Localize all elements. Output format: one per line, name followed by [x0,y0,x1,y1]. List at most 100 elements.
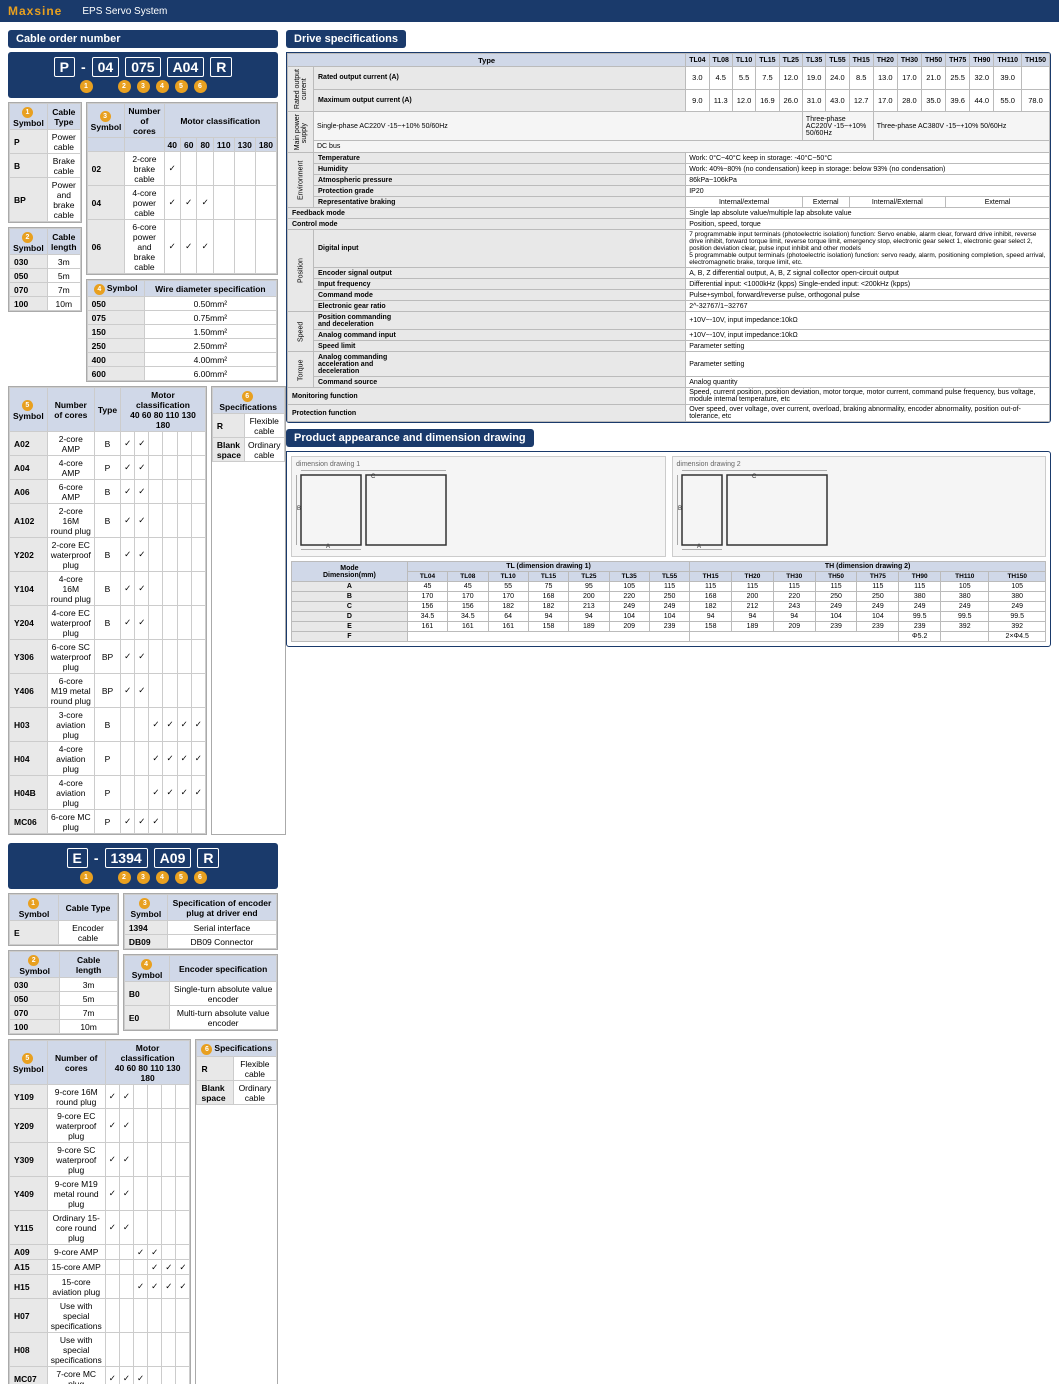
enc-code-1394: 1394 [105,848,148,868]
control-mode-value: Position, speed, torque [686,219,1050,230]
encoder-bottom-sections: 5Symbol Number of cores Motor classifica… [8,1039,278,1384]
monitoring-value: Speed, current position, position deviat… [686,388,1050,405]
enc-col1: 1SymbolCable Type EEncoder cable 2Symbol… [8,893,119,1039]
three-phase-380-supply: Three-phase AC380V -15~+10% 50/60Hz [873,112,1049,141]
svg-text:A: A [697,544,701,550]
electronic-gear-value: 2^-32767/1~32767 [686,301,1050,312]
page: Maxsine EPS Servo System Cable order num… [0,0,1059,1384]
encoder-section: E - 1394 A09 R 1 2 3 4 5 6 [8,843,278,1384]
enc-driver-end-table: 3SymbolSpecification of encoder plug at … [124,894,277,949]
left-sections-bottom: 5Symbol Number of cores Type Motor class… [8,386,278,835]
drawing2: dimension drawing 2 A C B [672,456,1047,557]
enc-encoder-spec-table: 4SymbolEncoder specification B0Single-tu… [124,955,277,1030]
enc-connector-table: 5Symbol Number of cores Motor classifica… [9,1040,190,1384]
enc-circle-1: 1 [80,871,93,884]
enc-sec2-circle: 2 [28,955,39,966]
svg-text:C: C [752,474,757,480]
enc-sec4-circle: 4 [141,959,152,970]
svg-text:B: B [678,506,682,512]
environment-group: Environment [288,153,314,208]
circle-2: 2 [118,80,131,93]
humidity-value: Work: 40%~80% (no condensation) keep in … [686,164,1050,175]
encoder-signal-value: A, B, Z differential output, A, B, Z sig… [686,268,1050,279]
circle-5: 5 [175,80,188,93]
pos-commanding-value: +10V~-10V, input impedance:10kΩ [686,312,1050,330]
sec3-circle: 3 [100,111,111,122]
torque-group: Torque [288,352,314,388]
code-P: P [54,57,75,77]
left-col1: 1SymbolCable Type PPower cable BBrake ca… [8,102,82,386]
code-R: R [210,57,232,77]
power-supply-group: Main powersupply [288,112,314,153]
enc-code-A09: A09 [154,848,192,868]
drawing1: dimension drawing 1 A C B [291,456,666,557]
enc-section5: 5Symbol Number of cores Motor classifica… [8,1039,191,1384]
drive-specs-title: Drive specifications [286,30,406,48]
wire-diameter-table: 4SymbolWire diameter specification 0500.… [87,280,277,381]
enc-section4: 4SymbolEncoder specification B0Single-tu… [123,954,278,1031]
dc-bus: DC bus [314,141,1050,153]
drawing1-label: dimension drawing 1 [296,461,661,468]
speed-limit-value: Parameter setting [686,341,1050,352]
cable-order-section: Cable order number P - 04 075 A04 R 1 [8,30,278,835]
enc-section1: 1SymbolCable Type EEncoder cable [8,893,119,946]
circle-4: 4 [156,80,169,93]
enc-cable-length-table: 2SymbolCable length 0303m 0505m 0707m 10… [9,951,118,1034]
pressure-value: 86kPa~106kPa [686,175,1050,186]
cable-length-table: 2SymbolCable length 0303m 0505m 0707m 10… [9,228,81,311]
circle-3: 3 [137,80,150,93]
enc-circle-5: 5 [175,871,188,884]
svg-text:B: B [297,506,301,512]
num-cores-table: 3Symbol Number of cores Motor classifica… [87,103,277,274]
speed-group: Speed [288,312,314,352]
cable-code-display: P - 04 075 A04 R 1 2 3 4 5 6 [8,52,278,98]
enc-circle-6: 6 [194,871,207,884]
left-col2: 3Symbol Number of cores Motor classifica… [86,102,278,386]
drive-specs-box: Type TL04 TL08 TL10 TL15 TL25 TL35 TL55 … [286,52,1051,423]
section-num-cores: 3Symbol Number of cores Motor classifica… [86,102,278,275]
section-cable-type: 1SymbolCable Type PPower cable BBrake ca… [8,102,82,223]
drive-specs-main-table: Type TL04 TL08 TL10 TL15 TL25 TL35 TL55 … [287,53,1050,422]
dimension-table: ModeDimension(mm) TL (dimension drawing … [291,561,1046,642]
left-panel: Cable order number P - 04 075 A04 R 1 [8,30,278,1384]
sec1-circle: 1 [22,107,33,118]
sec6-circle: 6 [242,391,253,402]
enc-sec3-circle: 3 [139,898,150,909]
cable-type-table: 1SymbolCable Type PPower cable BBrake ca… [9,103,81,222]
code-dash1: - [81,59,86,75]
enc-sec1-circle: 1 [28,898,39,909]
cable-order-title: Cable order number [8,30,278,48]
dim-row-F: F Φ5.2 2×Φ4.5 [292,632,1046,642]
sec5-circle: 5 [22,400,33,411]
input-freq-value: Differential input: <1000kHz (kpps) Sing… [686,279,1050,290]
left-sections-top: 1SymbolCable Type PPower cable BBrake ca… [8,102,278,386]
code-A04: A04 [167,57,205,77]
enc-col2: 3SymbolSpecification of encoder plug at … [123,893,278,1039]
code-04: 04 [92,57,120,77]
header: Maxsine EPS Servo System [0,0,1059,22]
right-panel: Drive specifications Type TL04 TL08 TL10… [286,30,1051,1384]
analog-commanding-value: Parameter setting [686,352,1050,377]
encoder-top-sections: 1SymbolCable Type EEncoder cable 2Symbol… [8,893,278,1039]
header-title: EPS Servo System [82,6,167,17]
sec2-circle: 2 [22,232,33,243]
section-connector: 5Symbol Number of cores Type Motor class… [8,386,207,835]
th-drive-svg: A C B [677,470,837,550]
enc-section6: 6Specifications RFlexible cable Blank sp… [195,1039,278,1384]
enc-code-dash: - [94,850,99,866]
enc-circle-2: 2 [118,871,131,884]
product-drawing-box: dimension drawing 1 A C B [286,451,1051,647]
analog-command-value: +10V~-10V, input impedance:10kΩ [686,330,1050,341]
three-phase-220-supply: Three-phase AC220V -15~+10% 50/60Hz [802,112,873,141]
dim-row-C: C 156156182182213249249 1822122432492492… [292,602,1046,612]
logo: Maxsine [8,4,62,18]
protection-grade-value: IP20 [686,186,1050,197]
section-specifications: 6Specifications RFlexible cable Blank sp… [211,386,286,835]
dim-row-B: B 170170170168200220250 1682002202502503… [292,592,1046,602]
command-source-value: Analog quantity [686,377,1050,388]
command-mode-value: Pulse+symbol, forward/reverse pulse, ort… [686,290,1050,301]
enc-code-R: R [197,848,219,868]
dim-row-E: E 161161161158189209239 1581892092392392… [292,622,1046,632]
enc-code-E: E [67,848,88,868]
connector-table: 5Symbol Number of cores Type Motor class… [9,387,206,834]
